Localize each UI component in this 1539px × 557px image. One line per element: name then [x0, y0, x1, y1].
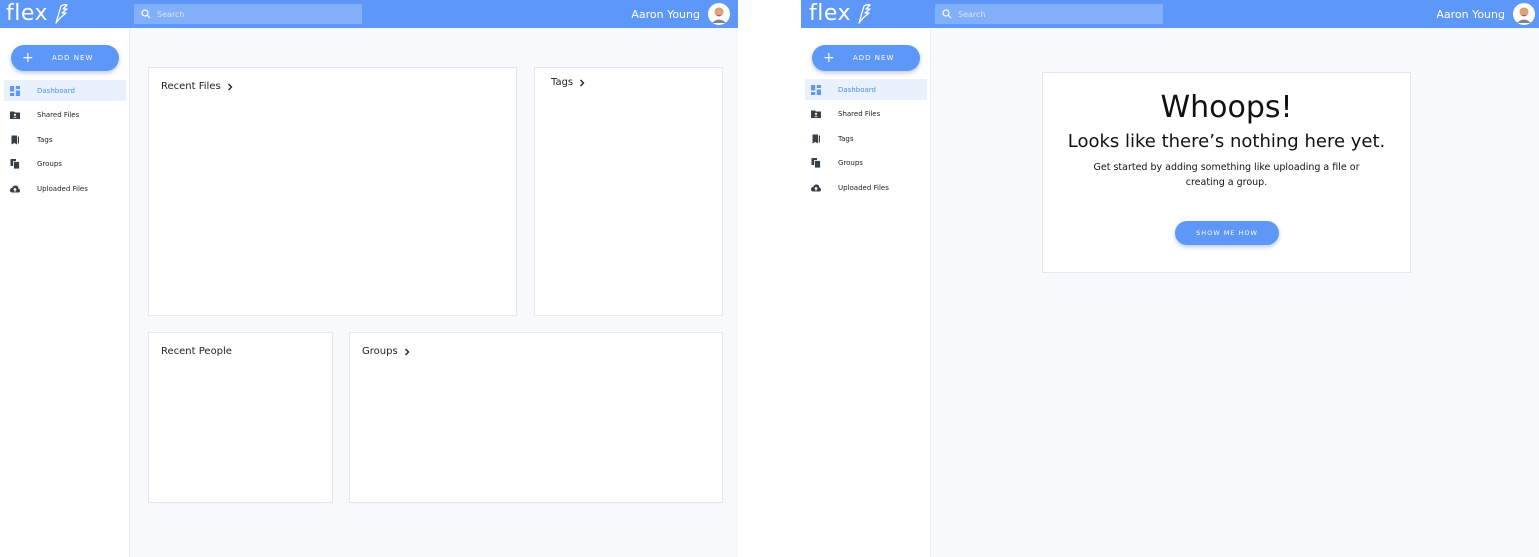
sidebar-item-label: Tags [838, 134, 854, 143]
logo-text: flex [6, 1, 49, 26]
sidebar-item-groups[interactable]: Groups [805, 153, 927, 174]
chevron-right-icon [227, 83, 233, 90]
empty-state-card: Whoops! Looks like there’s nothing here … [1042, 72, 1411, 273]
cloud-upload-icon [811, 183, 821, 191]
card-title: Recent People [161, 346, 232, 357]
sidebar-item-tags[interactable]: Tags [4, 129, 126, 150]
sidebar-item-shared-files[interactable]: Shared Files [805, 104, 927, 125]
sidebar-nav: Dashboard Shared Files Tags Groups Uploa… [805, 79, 927, 202]
plus-icon: + [22, 50, 34, 66]
avatar[interactable] [1513, 3, 1535, 25]
cloud-upload-icon [10, 184, 20, 192]
sidebar-item-uploaded-files[interactable]: Uploaded Files [4, 178, 126, 199]
groups-icon [10, 159, 20, 169]
search-input[interactable] [157, 9, 357, 19]
sidebar-item-shared-files[interactable]: Shared Files [4, 105, 126, 126]
sidebar: + ADD NEW Dashboard Shared Files Tags Gr… [801, 28, 931, 557]
tags-card: Tags [534, 67, 723, 316]
recent-files-card: Recent Files [148, 67, 517, 316]
wing-logo-icon [858, 4, 871, 24]
user-name: Aaron Young [1436, 7, 1505, 21]
recent-people-header: Recent People [161, 346, 232, 357]
sidebar-item-label: Uploaded Files [37, 184, 88, 193]
top-bar: flex Aaron Young [0, 0, 738, 28]
sidebar-item-label: Uploaded Files [838, 183, 889, 192]
groups-icon [811, 158, 821, 168]
empty-state-heading: Whoops! [1160, 90, 1293, 125]
add-new-label: ADD NEW [853, 54, 895, 62]
empty-state-subheading: Looks like there’s nothing here yet. [1067, 131, 1386, 152]
sidebar-item-groups[interactable]: Groups [4, 154, 126, 175]
empty-dashboard-screen: flex Aaron Young + ADD N [801, 0, 1539, 557]
card-title: Groups [362, 346, 398, 357]
dashboard-icon [811, 84, 821, 95]
plus-icon: + [823, 50, 835, 66]
logo-text: flex [809, 1, 852, 26]
sidebar-item-dashboard[interactable]: Dashboard [805, 79, 927, 100]
groups-card: Groups [349, 332, 723, 503]
show-me-how-button[interactable]: SHOW ME HOW [1175, 221, 1279, 245]
card-title: Recent Files [161, 81, 221, 92]
recent-people-card: Recent People [148, 332, 333, 503]
user-menu[interactable]: Aaron Young [1436, 0, 1535, 28]
add-new-button[interactable]: + ADD NEW [11, 45, 119, 71]
tags-header[interactable]: Tags [551, 77, 585, 88]
avatar[interactable] [708, 3, 730, 25]
tag-icon [812, 134, 820, 143]
top-bar: flex Aaron Young [801, 0, 1539, 28]
user-menu[interactable]: Aaron Young [631, 0, 730, 28]
add-new-button[interactable]: + ADD NEW [812, 45, 920, 71]
dashboard-icon [10, 85, 20, 96]
sidebar-item-label: Shared Files [37, 111, 80, 119]
empty-state-message: Get started by adding something like upl… [1093, 162, 1360, 188]
chevron-right-icon [404, 348, 410, 355]
wing-logo-icon [55, 4, 68, 24]
chevron-right-icon [580, 79, 585, 86]
search-bar[interactable] [935, 4, 1163, 24]
sidebar-item-label: Dashboard [37, 86, 75, 95]
search-bar[interactable] [134, 4, 362, 24]
recent-files-header[interactable]: Recent Files [161, 81, 233, 92]
sidebar-item-uploaded-files[interactable]: Uploaded Files [805, 177, 927, 198]
user-name: Aaron Young [631, 7, 700, 21]
sidebar-nav: Dashboard Shared Files Tags Groups Uploa… [4, 80, 126, 203]
sidebar-item-label: Dashboard [838, 85, 876, 94]
dashboard-screen: flex Aaron Young + ADD N [0, 0, 738, 557]
logo[interactable]: flex [6, 0, 70, 28]
sidebar-item-dashboard[interactable]: Dashboard [4, 80, 126, 101]
sidebar-item-label: Tags [37, 135, 53, 144]
groups-header[interactable]: Groups [362, 346, 410, 357]
card-title: Tags [551, 77, 574, 88]
tag-icon [11, 135, 19, 144]
shared-folder-icon [10, 111, 20, 119]
search-icon [141, 9, 151, 19]
sidebar-item-label: Groups [37, 160, 62, 168]
sidebar-item-label: Groups [838, 159, 863, 167]
sidebar-item-tags[interactable]: Tags [805, 128, 927, 149]
logo[interactable]: flex [809, 0, 873, 28]
search-input[interactable] [958, 9, 1158, 19]
add-new-label: ADD NEW [52, 54, 94, 62]
sidebar: + ADD NEW Dashboard Shared Files Tags Gr… [0, 28, 130, 557]
search-icon [942, 9, 952, 19]
shared-folder-icon [811, 110, 821, 118]
sidebar-item-label: Shared Files [838, 110, 881, 118]
